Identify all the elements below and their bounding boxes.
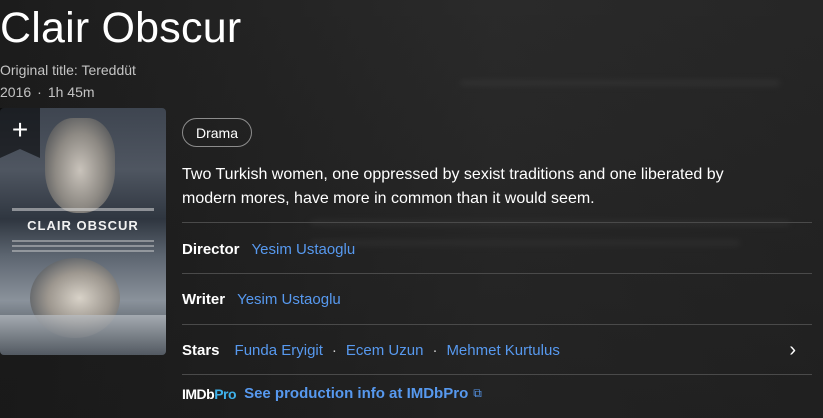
- runtime: 1h 45m: [47, 84, 95, 100]
- star-link[interactable]: Funda Eryigit: [235, 342, 323, 359]
- divider: [182, 374, 812, 375]
- original-title: Original title: Tereddüt: [0, 62, 136, 78]
- star-link[interactable]: Ecem Uzun: [346, 342, 424, 359]
- credit-row-writer: Writer Yesim Ustaoglu: [182, 274, 812, 324]
- imdbpro-link-text[interactable]: See production info at IMDbPro: [244, 385, 468, 402]
- star-separator: ·: [331, 341, 337, 359]
- imdbpro-link[interactable]: IMDbPro See production info at IMDbPro ⧉: [182, 385, 482, 402]
- divider: [182, 222, 812, 223]
- imdbpro-logo: IMDbPro: [182, 385, 237, 402]
- stars-label[interactable]: Stars: [182, 342, 220, 359]
- writer-label: Writer: [182, 290, 226, 308]
- director-label: Director: [182, 240, 240, 258]
- director-link[interactable]: Yesim Ustaoglu: [252, 241, 356, 258]
- chevron-right-icon[interactable]: ›: [789, 339, 796, 362]
- release-year[interactable]: 2016: [0, 84, 31, 100]
- external-link-icon: ⧉: [473, 386, 482, 400]
- title-meta: 2016 · 1h 45m: [0, 84, 95, 100]
- genre-chip-drama[interactable]: Drama: [182, 118, 253, 147]
- meta-separator: ·: [37, 84, 42, 100]
- page-title: Clair Obscur: [0, 4, 242, 52]
- credit-row-stars[interactable]: Stars Funda Eryigit · Ecem Uzun · Mehmet…: [182, 325, 812, 375]
- star-separator: ·: [432, 341, 438, 359]
- plot-summary: Two Turkish women, one oppressed by sexi…: [182, 166, 724, 207]
- credit-row-director: Director Yesim Ustaoglu: [182, 224, 812, 274]
- star-link[interactable]: Mehmet Kurtulus: [446, 342, 559, 359]
- title-hero: Clair Obscur Original title: Tereddüt 20…: [0, 0, 823, 418]
- writer-link[interactable]: Yesim Ustaoglu: [237, 291, 341, 308]
- poster-title: CLAIR OBSCUR: [27, 218, 139, 233]
